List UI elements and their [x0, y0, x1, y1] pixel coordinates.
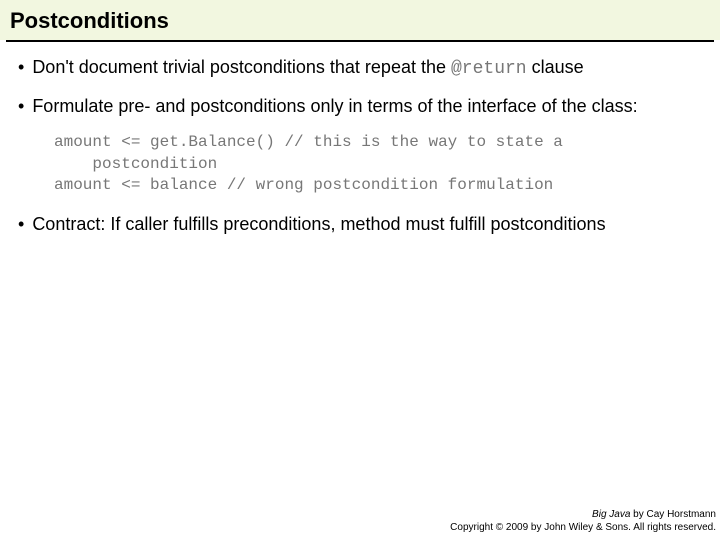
bullet-dot: • — [18, 95, 24, 118]
page-title: Postconditions — [10, 8, 710, 34]
bullet-text: Don't document trivial postconditions th… — [32, 56, 702, 81]
footer: Big Java by Cay Horstmann Copyright © 20… — [450, 509, 716, 534]
bullet-dot: • — [18, 56, 24, 81]
footer-by: by Cay Horstmann — [630, 509, 716, 520]
footer-line-1: Big Java by Cay Horstmann — [450, 509, 716, 522]
code-inline: @return — [451, 59, 527, 79]
code-block: amount <= get.Balance() // this is the w… — [54, 132, 702, 197]
bullet-dot: • — [18, 213, 24, 236]
content-area: • Don't document trivial postconditions … — [0, 42, 720, 236]
bullet-item: • Contract: If caller fulfills precondit… — [18, 213, 702, 236]
bullet-1-pre: Don't document trivial postconditions th… — [32, 57, 451, 77]
bullet-text: Formulate pre- and postconditions only i… — [32, 95, 702, 118]
bullet-text: Contract: If caller fulfills preconditio… — [32, 213, 702, 236]
bullet-item: • Formulate pre- and postconditions only… — [18, 95, 702, 118]
bullet-item: • Don't document trivial postconditions … — [18, 56, 702, 81]
title-bar: Postconditions — [0, 0, 720, 40]
book-name: Big Java — [592, 509, 630, 520]
footer-line-2: Copyright © 2009 by John Wiley & Sons. A… — [450, 522, 716, 535]
bullet-1-post: clause — [527, 57, 584, 77]
